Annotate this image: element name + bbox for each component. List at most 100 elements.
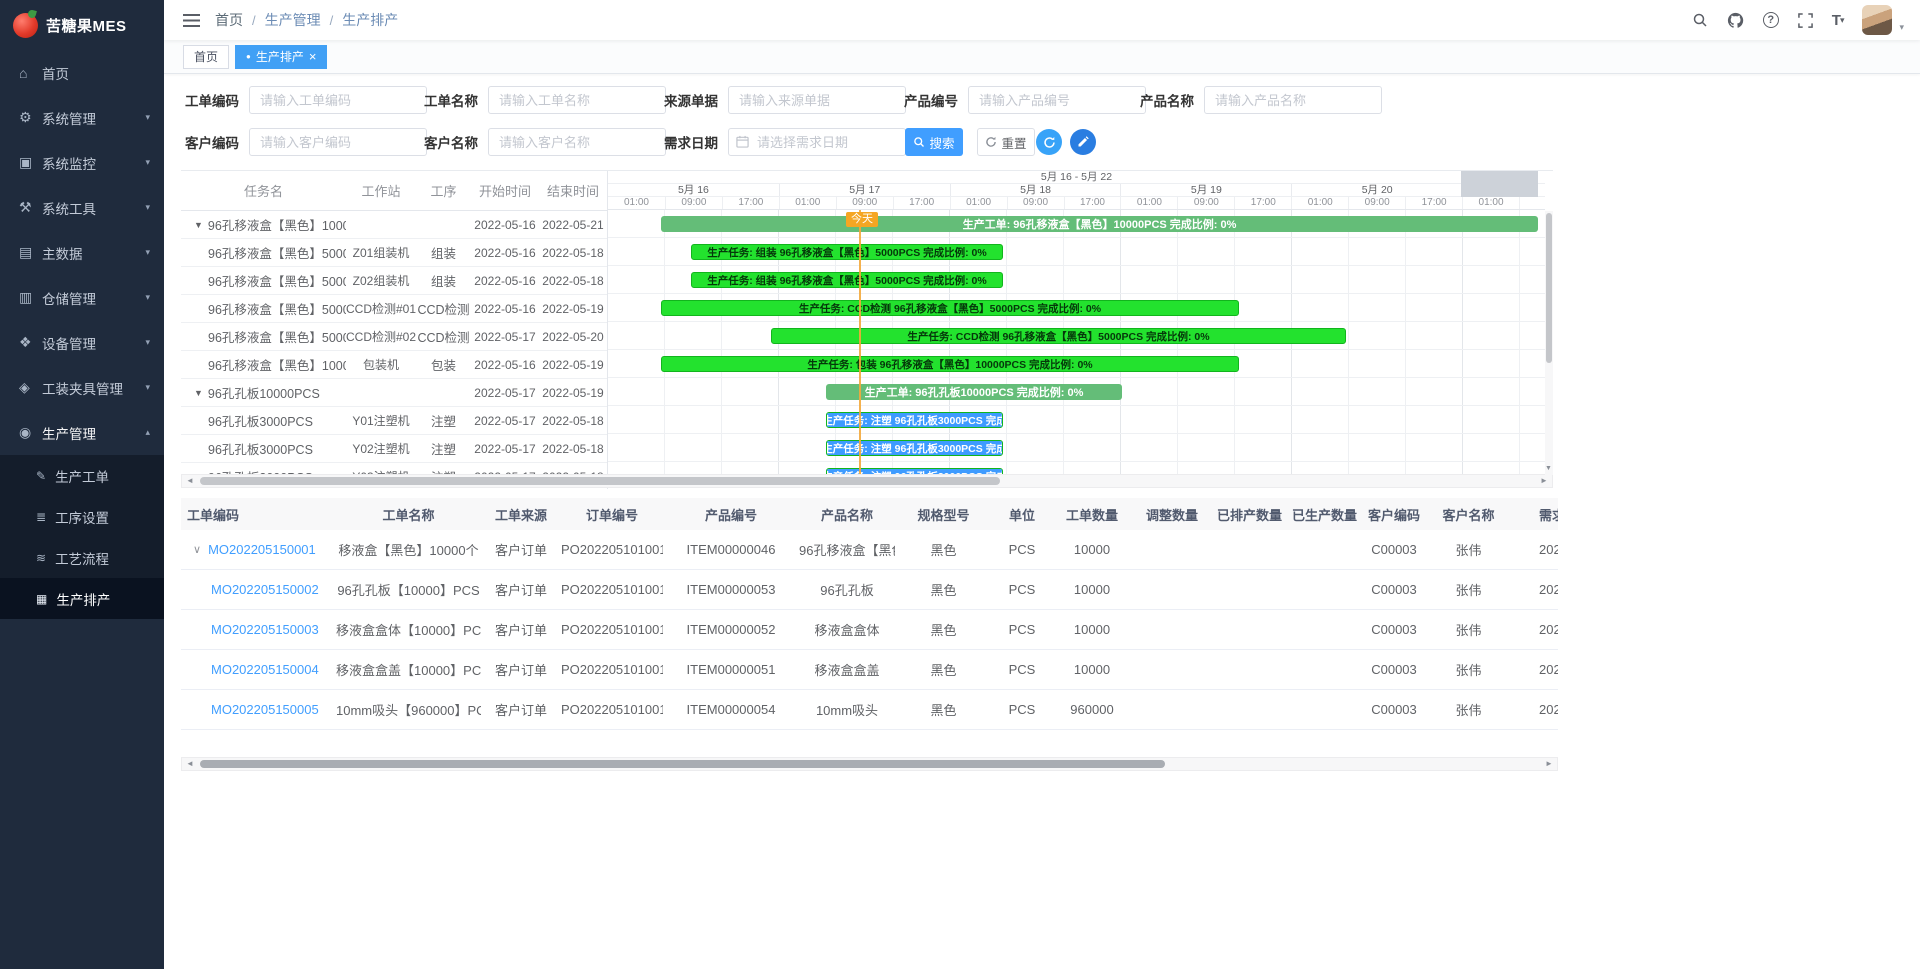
font-size-icon[interactable]: T▾ [1832, 12, 1844, 29]
workorder-link[interactable]: MO202205150004 [211, 662, 319, 677]
breadcrumb-separator: / [330, 13, 334, 28]
gantt-grid-row[interactable]: 96孔孔板3000PCS Y02注塑机注塑 2022-05-172022-05-… [181, 435, 607, 463]
scroll-left-icon[interactable]: ◄ [183, 475, 197, 487]
hour-label: 17:00 [722, 197, 779, 209]
tab-production-scheduling[interactable]: ● 生产排产 × [235, 45, 327, 69]
table-row[interactable]: MO202205150003 移液盒盒体【10000】PCS 客户订单 PO20… [181, 610, 1558, 650]
gantt-grid-row[interactable]: ▼96孔移液盒【黑色】10000PCS 2022-05-162022-05-21 [181, 211, 607, 239]
demand-date-input[interactable] [728, 128, 906, 156]
scrollbar-thumb[interactable] [1546, 213, 1552, 363]
sidebar-item-process-settings[interactable]: ≣ 工序设置 [0, 496, 164, 537]
gantt-horizontal-scrollbar[interactable]: ◄ ► [181, 474, 1553, 488]
customer-code-input[interactable] [249, 128, 427, 156]
day-label: 5月 20 [1291, 184, 1462, 196]
sidebar-item-system-monitor[interactable]: ▣ 系统监控 ▾ [0, 140, 164, 185]
production-icon: ◉ [19, 424, 42, 441]
col-header: 客户编码 [1362, 505, 1426, 524]
sidebar-item-warehouse[interactable]: ▥ 仓储管理 ▾ [0, 275, 164, 320]
sidebar-item-process-flow[interactable]: ≋ 工艺流程 [0, 537, 164, 578]
customer-name-input[interactable] [488, 128, 666, 156]
breadcrumb-scheduling[interactable]: 生产排产 [342, 10, 398, 30]
today-badge: 今天 [846, 212, 878, 227]
workorder-link[interactable]: MO202205150005 [211, 702, 319, 717]
scroll-right-icon[interactable]: ► [1537, 475, 1551, 487]
table-horizontal-scrollbar[interactable]: ◄ ► [181, 757, 1558, 771]
sidebar-item-master-data[interactable]: ▤ 主数据 ▾ [0, 230, 164, 275]
gantt-bar-task[interactable]: 生产任务: 注塑 96孔孔板3000PCS 完成 [826, 440, 1003, 456]
fullscreen-icon[interactable] [1798, 13, 1813, 28]
gear-icon: ⚙ [19, 109, 42, 126]
sidebar-item-production-scheduling[interactable]: ▦ 生产排产 [0, 578, 164, 619]
caret-down-icon[interactable]: ▾ [1899, 22, 1904, 33]
gantt-grid-row[interactable]: 96孔移液盒【黑色】5000PCS Z02组装机组装 2022-05-16202… [181, 267, 607, 295]
gantt-bar-workorder[interactable]: 生产工单: 96孔孔板10000PCS 完成比例: 0% [826, 384, 1122, 400]
sidebar-item-system-management[interactable]: ⚙ 系统管理 ▾ [0, 95, 164, 140]
breadcrumb-home[interactable]: 首页 [215, 10, 243, 30]
sidebar-item-equipment[interactable]: ❖ 设备管理 ▾ [0, 320, 164, 365]
expand-chevron-icon[interactable]: ∨ [193, 543, 201, 556]
workorder-link[interactable]: MO202205150003 [211, 622, 319, 637]
product-code-input[interactable] [968, 86, 1146, 114]
gantt-bar-task[interactable]: 生产任务: CCD检测 96孔移液盒【黑色】5000PCS 完成比例: 0% [771, 328, 1346, 344]
gantt-vertical-scrollbar[interactable] [1545, 211, 1553, 475]
sidebar-item-fixture[interactable]: ◈ 工装夹具管理 ▾ [0, 365, 164, 410]
field-label: 产品名称 [1140, 90, 1196, 110]
search-icon[interactable] [1692, 12, 1708, 28]
workorder-link[interactable]: MO202205150002 [211, 582, 319, 597]
github-icon[interactable] [1727, 12, 1744, 29]
close-icon[interactable]: × [309, 50, 317, 63]
scroll-right-icon[interactable]: ► [1542, 758, 1556, 770]
gantt-bar-task[interactable]: 生产任务: 注塑 96孔孔板3000PCS 完成 [826, 468, 1003, 474]
scroll-down-icon[interactable]: ▼ [1544, 463, 1553, 475]
gantt-grid-row[interactable]: 96孔移液盒【黑色】10000PCS 包装机包装 2022-05-162022-… [181, 351, 607, 379]
gantt-grid-row[interactable]: 96孔移液盒【黑色】5000PCS CCD检测#02CCD检测 2022-05-… [181, 323, 607, 351]
gantt-grid-row[interactable]: 96孔移液盒【黑色】5000PCS Z01组装机组装 2022-05-16202… [181, 239, 607, 267]
gantt-grid-row[interactable]: 96孔孔板3000PCS Y01注塑机注塑 2022-05-172022-05-… [181, 407, 607, 435]
gantt-bar-task[interactable]: 生产任务: 组装 96孔移液盒【黑色】5000PCS 完成比例: 0% [691, 244, 1003, 260]
refresh-gantt-button[interactable] [1036, 129, 1062, 155]
collapse-triangle-icon[interactable]: ▼ [194, 220, 203, 230]
gantt-grid-row[interactable]: 96孔移液盒【黑色】5000PCS CCD检测#01CCD检测 2022-05-… [181, 295, 607, 323]
collapse-triangle-icon[interactable]: ▼ [194, 388, 203, 398]
col-header: 工单名称 [336, 505, 481, 524]
timeline-days: 5月 16 5月 17 5月 18 5月 19 5月 20 [608, 184, 1545, 197]
col-header: 工单来源 [481, 505, 561, 524]
field-label: 产品编号 [904, 90, 960, 110]
table-row[interactable]: MO202205150005 10mm吸头【960000】PCS 客户订单 PO… [181, 690, 1558, 730]
avatar[interactable] [1862, 5, 1892, 35]
scrollbar-thumb[interactable] [200, 477, 1000, 485]
table-row[interactable]: MO202205150004 移液盒盒盖【10000】PCS 客户订单 PO20… [181, 650, 1558, 690]
tab-home[interactable]: 首页 [183, 45, 229, 69]
gantt-bar-task[interactable]: 生产任务: 包装 96孔移液盒【黑色】10000PCS 完成比例: 0% [661, 356, 1239, 372]
workorder-name-input[interactable] [488, 86, 666, 114]
workorder-link[interactable]: MO202205150001 [208, 542, 316, 557]
gantt-bar-workorder[interactable]: 生产工单: 96孔移液盒【黑色】10000PCS 完成比例: 0% [661, 216, 1538, 232]
scrollbar-thumb[interactable] [200, 760, 1165, 768]
document-icon: ▤ [19, 244, 42, 261]
source-doc-input[interactable] [728, 86, 906, 114]
gantt-bar-task[interactable]: 生产任务: CCD检测 96孔移液盒【黑色】5000PCS 完成比例: 0% [661, 300, 1239, 316]
edit-button[interactable] [1070, 129, 1096, 155]
gantt-bar-task[interactable]: 生产任务: 注塑 96孔孔板3000PCS 完成 [826, 412, 1003, 428]
search-button[interactable]: 搜索 [905, 128, 963, 156]
table-row[interactable]: MO202205150002 96孔孔板【10000】PCS 客户订单 PO20… [181, 570, 1558, 610]
day-label: 5月 18 [950, 184, 1121, 196]
scroll-left-icon[interactable]: ◄ [183, 758, 197, 770]
table-row[interactable]: ∨MO202205150001 移液盒【黑色】10000个 客户订单 PO202… [181, 530, 1558, 570]
sidebar-item-system-tools[interactable]: ⚒ 系统工具 ▾ [0, 185, 164, 230]
breadcrumb-production[interactable]: 生产管理 [265, 10, 321, 30]
sidebar-item-production-workorder[interactable]: ✎ 生产工单 [0, 455, 164, 496]
reset-button[interactable]: 重置 [977, 128, 1035, 156]
sidebar-item-home[interactable]: ⌂ 首页 [0, 50, 164, 95]
help-icon[interactable]: ? [1763, 12, 1779, 28]
gantt-row: 生产任务: 包装 96孔移液盒【黑色】10000PCS 完成比例: 0% [608, 350, 1545, 378]
sidebar-item-production[interactable]: ◉ 生产管理 ▴ [0, 410, 164, 455]
edit-icon: ✎ [36, 469, 46, 483]
gantt-bar-task[interactable]: 生产任务: 组装 96孔移液盒【黑色】5000PCS 完成比例: 0% [691, 272, 1003, 288]
hamburger-icon[interactable] [183, 14, 200, 27]
gantt-grid-row[interactable]: ▼96孔孔板10000PCS 2022-05-172022-05-19 [181, 379, 607, 407]
product-name-input[interactable] [1204, 86, 1382, 114]
workorder-code-input[interactable] [249, 86, 427, 114]
hour-label: 09:00 [1348, 197, 1405, 209]
hour-label: 01:00 [1291, 197, 1348, 209]
